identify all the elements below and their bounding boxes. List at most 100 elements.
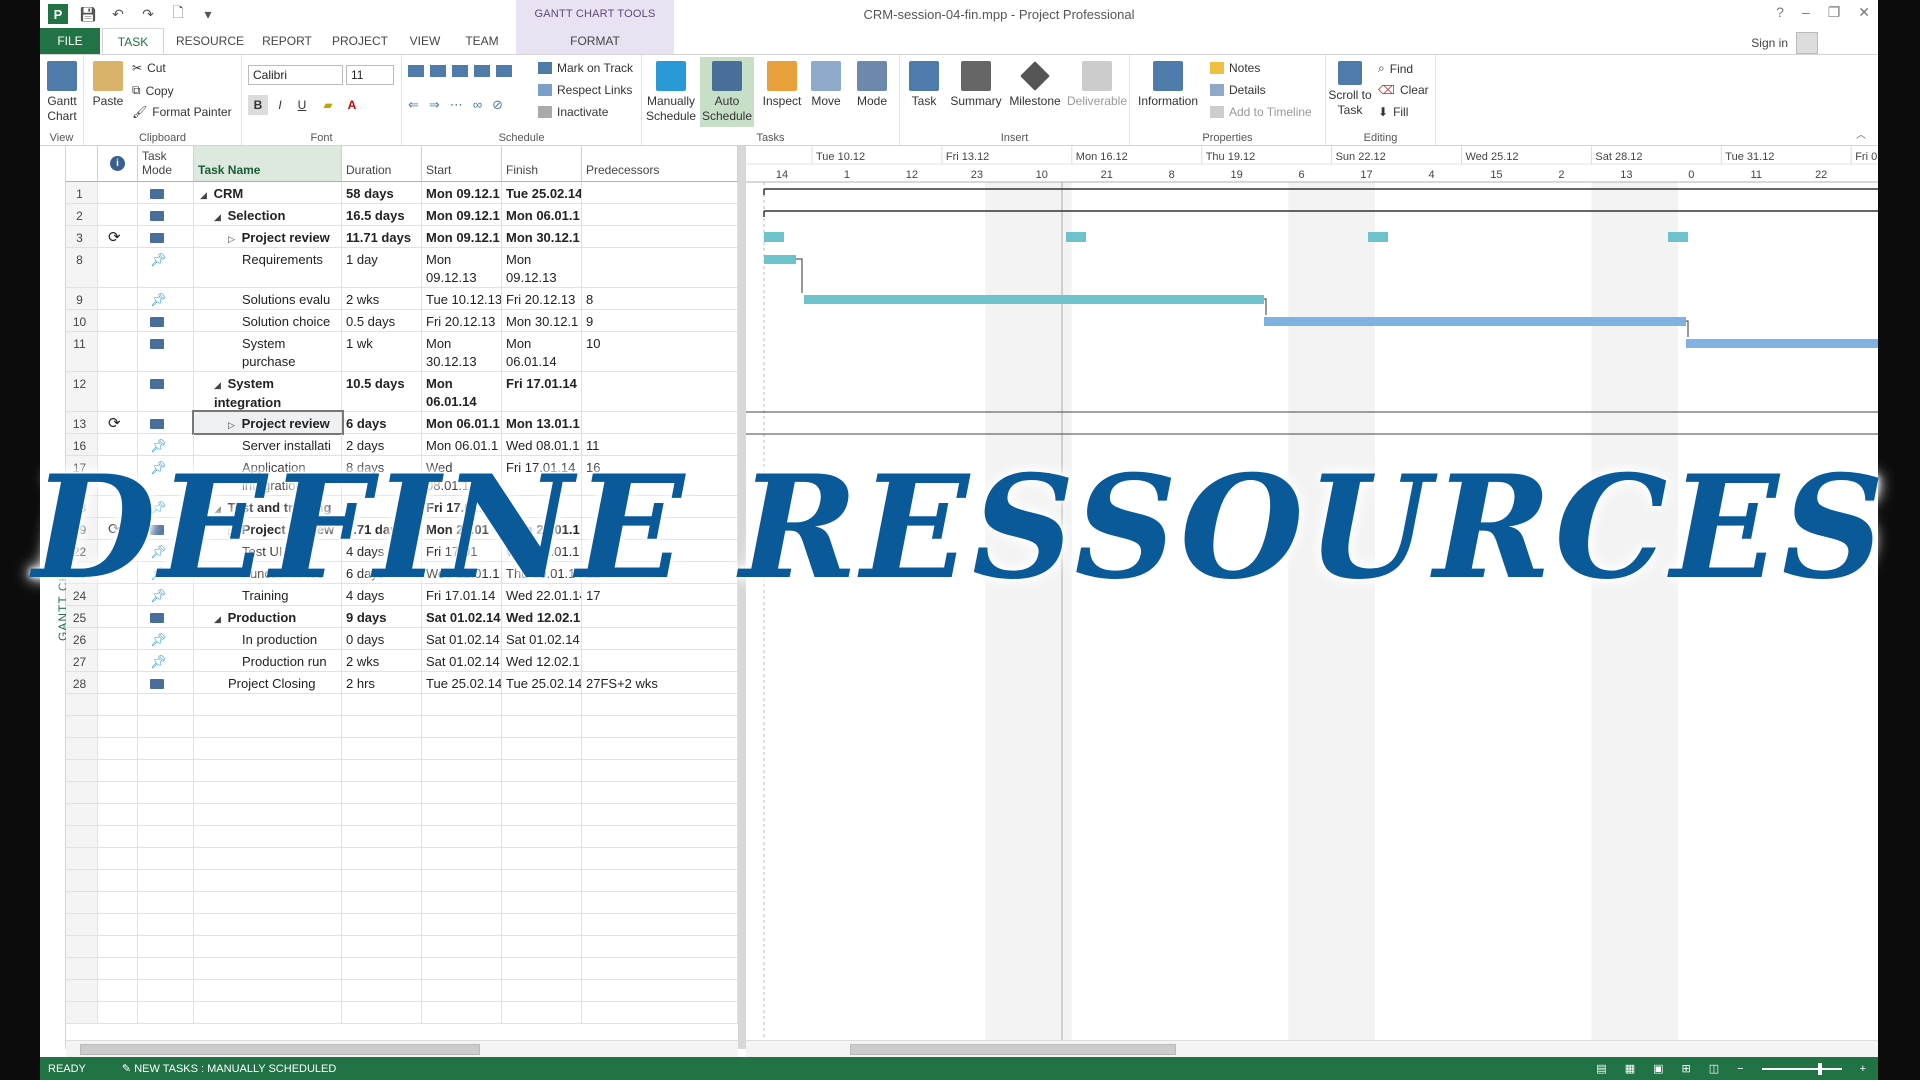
table-row[interactable]: 10 Solution choice 0.5 days Fri 20.12.13 Mon… (66, 310, 738, 332)
row-start[interactable]: Mon 09.12.1 (422, 204, 502, 225)
empty-cell[interactable] (138, 804, 194, 825)
empty-cell[interactable] (194, 694, 342, 715)
row-duration[interactable]: 9 days (342, 606, 422, 627)
row-duration[interactable] (342, 496, 422, 517)
empty-cell[interactable] (66, 826, 98, 847)
empty-cell[interactable] (66, 892, 98, 913)
row-duration[interactable]: 7.71 days (342, 518, 422, 539)
tab-project[interactable]: PROJECT (324, 28, 396, 54)
row-task-mode[interactable] (138, 518, 194, 539)
empty-cell[interactable] (98, 870, 138, 891)
move-button[interactable]: Move (806, 61, 846, 109)
row-finish[interactable]: Mon 06.01.1 (502, 204, 582, 225)
find-button[interactable]: ⌕ Find (1378, 61, 1413, 76)
empty-cell[interactable] (194, 892, 342, 913)
outline-toggle-icon[interactable]: ◢ (214, 500, 224, 517)
row-indicator[interactable] (98, 540, 138, 561)
empty-cell[interactable] (194, 1002, 342, 1023)
row-task-mode[interactable]: 📌︎ (138, 628, 194, 649)
row-predecessors[interactable]: 10 (582, 332, 738, 371)
milestone-button[interactable]: Milestone (1006, 61, 1064, 109)
empty-cell[interactable] (138, 738, 194, 759)
row-task-mode[interactable]: 📌︎ (138, 288, 194, 309)
row-task-name[interactable]: Functional tes (194, 562, 342, 583)
empty-cell[interactable] (342, 936, 422, 957)
empty-cell[interactable] (502, 870, 582, 891)
tab-team[interactable]: TEAM (454, 28, 510, 54)
empty-cell[interactable] (138, 848, 194, 869)
empty-cell[interactable] (138, 958, 194, 979)
empty-cell[interactable] (66, 870, 98, 891)
row-indicator[interactable] (98, 672, 138, 693)
empty-cell[interactable] (342, 716, 422, 737)
row-duration[interactable]: 11.71 days (342, 226, 422, 247)
outline-toggle-icon[interactable]: ◢ (214, 610, 224, 627)
row-predecessors[interactable] (582, 372, 738, 411)
header-duration[interactable]: Duration (342, 146, 422, 182)
row-indicator[interactable] (98, 182, 138, 203)
empty-cell[interactable] (582, 826, 738, 847)
paste-button[interactable]: Paste (90, 61, 126, 109)
empty-cell[interactable] (582, 760, 738, 781)
cut-button[interactable]: ✂ Cut (132, 61, 166, 75)
row-start[interactable]: Mon 09.12.1 (422, 226, 502, 247)
inactivate-button[interactable]: Inactivate (538, 105, 608, 119)
chart-scroll-thumb[interactable] (850, 1044, 1176, 1055)
row-duration[interactable]: 2 wks (342, 650, 422, 671)
row-task-mode[interactable] (138, 226, 194, 247)
format-painter-button[interactable]: 🖌︎ Format Painter (132, 105, 232, 119)
outline-toggle-icon[interactable]: ▷ (228, 522, 238, 539)
header-task-name[interactable]: Task Name (194, 146, 342, 182)
row-start[interactable]: Mon 06.01.14 (422, 372, 502, 411)
pct100-icon[interactable] (496, 65, 512, 77)
empty-cell[interactable] (98, 716, 138, 737)
empty-cell[interactable] (502, 936, 582, 957)
empty-cell[interactable] (582, 980, 738, 1001)
table-row[interactable]: 22 📌︎ Test UI 4 days Fri 17.01 Wed 22.01.1 (66, 540, 738, 562)
empty-cell[interactable] (66, 848, 98, 869)
row-finish[interactable]: Wed 12.02.1 (502, 650, 582, 671)
row-task-mode[interactable]: 📌︎ (138, 456, 194, 495)
row-predecessors[interactable] (582, 496, 738, 517)
row-indicator[interactable] (98, 456, 138, 495)
empty-cell[interactable] (342, 870, 422, 891)
row-start[interactable]: Fri 20.12.13 (422, 310, 502, 331)
row-indicator[interactable] (98, 332, 138, 371)
empty-row[interactable] (66, 826, 738, 848)
status-new-tasks[interactable]: ✎ NEW TASKS : MANUALLY SCHEDULED (122, 1062, 336, 1075)
row-indicator[interactable] (98, 434, 138, 455)
row-task-name[interactable]: Application integration (194, 456, 342, 495)
empty-row[interactable] (66, 804, 738, 826)
table-row[interactable]: 19 ⟳ ▷ Project Review 7.71 days Mon 20.01 Mon… (66, 518, 738, 540)
empty-cell[interactable] (194, 914, 342, 935)
row-task-name[interactable]: ◢ Test and training (194, 496, 342, 517)
summary-button[interactable]: Summary (948, 61, 1004, 109)
table-row[interactable]: 13 ⟳ ▷ Project review 6 days Mon 06.01.1 Mon … (66, 410, 738, 435)
table-row[interactable]: 17 📌︎ Application integration 8 days Wed 08.… (66, 456, 738, 496)
row-task-name[interactable]: Training (194, 584, 342, 605)
unlink-icon[interactable]: ⊘ (492, 97, 503, 113)
row-indicator[interactable] (98, 288, 138, 309)
table-row[interactable]: 23 📌︎ Functional tes 6 days Wed 22.01.1 Thu 3… (66, 562, 738, 584)
header-task-mode[interactable]: Task Mode (138, 146, 194, 182)
row-finish[interactable]: Mon 30.12.1 (502, 226, 582, 247)
outdent-icon[interactable]: ⇐ (408, 97, 419, 113)
empty-cell[interactable] (342, 914, 422, 935)
indent-icon[interactable]: ⇒ (429, 97, 440, 113)
empty-cell[interactable] (502, 738, 582, 759)
row-task-mode[interactable]: 📌︎ (138, 434, 194, 455)
pane-splitter[interactable] (738, 146, 746, 1049)
row-task-mode[interactable] (138, 412, 194, 433)
pct75-icon[interactable] (474, 65, 490, 77)
row-task-name[interactable]: ◢ CRM (194, 182, 342, 203)
row-task-name[interactable]: ▷ Project review (192, 410, 344, 435)
information-button[interactable]: Information (1134, 61, 1202, 109)
scroll-to-task-button[interactable]: Scroll to Task (1328, 61, 1372, 118)
empty-cell[interactable] (342, 980, 422, 1001)
empty-cell[interactable] (342, 760, 422, 781)
empty-row[interactable] (66, 892, 738, 914)
row-predecessors[interactable]: 11 (582, 434, 738, 455)
row-task-name[interactable]: ◢ Production (194, 606, 342, 627)
table-row[interactable]: 28 Project Closing 2 hrs Tue 25.02.14 Tue 25… (66, 672, 738, 694)
empty-cell[interactable] (98, 848, 138, 869)
